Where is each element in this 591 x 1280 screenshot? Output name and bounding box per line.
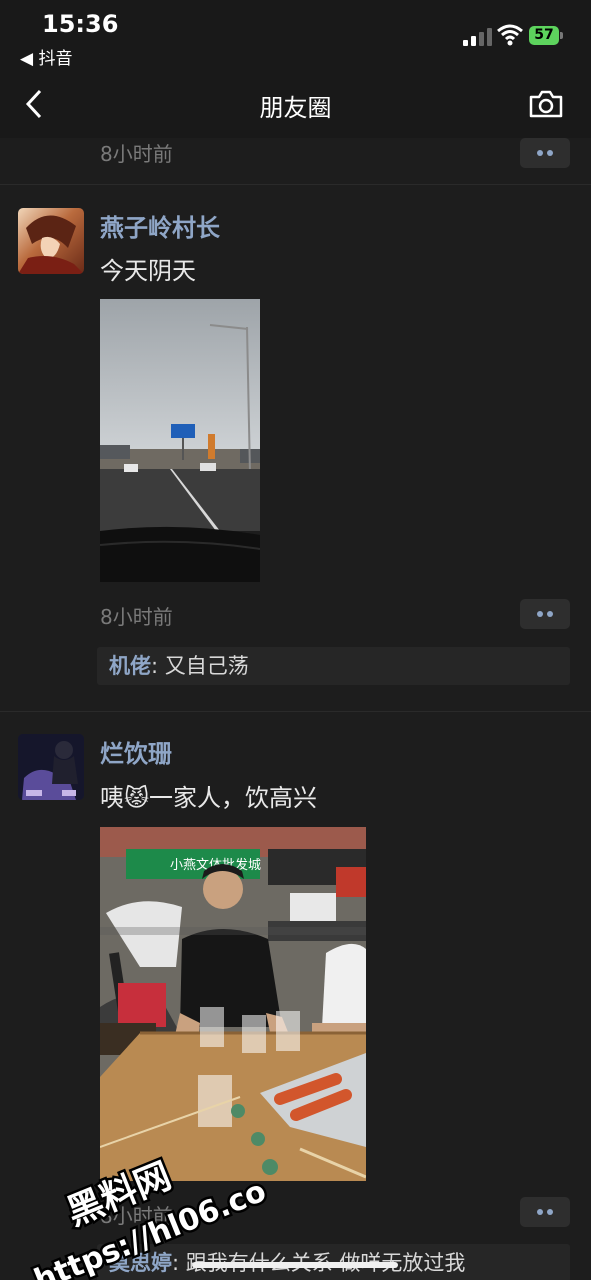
post-author[interactable]: 燕子岭村长 bbox=[100, 208, 220, 243]
camera-icon[interactable] bbox=[528, 90, 564, 118]
watermark: 黑料网 https://hl06.co bbox=[27, 1153, 274, 1280]
divider bbox=[0, 711, 591, 712]
more-button[interactable] bbox=[520, 138, 570, 168]
comment-box: 机佬: 又自己荡 bbox=[97, 647, 570, 685]
more-button[interactable] bbox=[520, 599, 570, 629]
comment-author[interactable]: 机佬 bbox=[109, 654, 151, 678]
post-time: 8小时前 bbox=[100, 142, 173, 166]
battery-icon: 57 bbox=[529, 26, 563, 45]
post-text: 咦😾一家人，饮高兴 bbox=[100, 778, 317, 813]
divider bbox=[0, 184, 591, 185]
status-bar: 15:36 ◀ 抖音 57 bbox=[0, 0, 591, 70]
post-photo[interactable] bbox=[100, 299, 260, 582]
post-author[interactable]: 烂饮珊 bbox=[100, 734, 172, 769]
post-text: 今天阴天 bbox=[100, 257, 196, 285]
post-time: 8小时前 bbox=[100, 605, 173, 629]
avatar[interactable] bbox=[18, 208, 84, 274]
page-title: 朋友圈 bbox=[259, 94, 332, 122]
nav-bar: 朋友圈 bbox=[0, 70, 591, 138]
signal-icon bbox=[463, 28, 493, 46]
more-button[interactable] bbox=[520, 1197, 570, 1227]
pouting-cat-emoji-icon: 😾 bbox=[124, 784, 150, 812]
avatar[interactable] bbox=[18, 734, 84, 800]
back-to-app-link[interactable]: ◀ 抖音 bbox=[20, 44, 72, 69]
post-text-part: 咦 bbox=[100, 784, 124, 812]
comment-text: : 又自己荡 bbox=[151, 654, 249, 678]
home-indicator bbox=[192, 1262, 398, 1268]
wifi-icon bbox=[497, 24, 523, 46]
moments-feed[interactable]: 8小时前 燕子岭村长 今天阴天 8小时前 机佬: 又自己荡 烂饮珊 咦😾一家人，… bbox=[0, 138, 591, 1280]
status-time: 15:36 bbox=[42, 10, 119, 38]
post-text-part: 一家人，饮高兴 bbox=[149, 784, 318, 812]
